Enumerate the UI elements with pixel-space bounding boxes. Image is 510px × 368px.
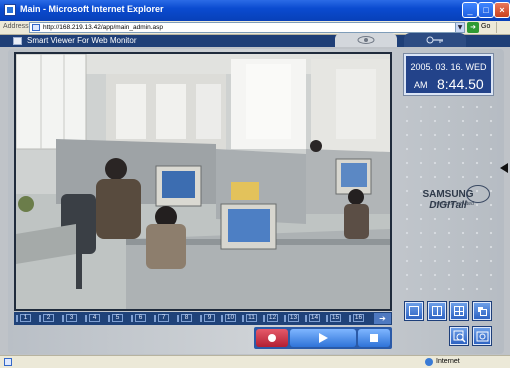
- channel-4[interactable]: 4: [85, 314, 100, 323]
- stop-button[interactable]: [358, 329, 390, 347]
- play-button[interactable]: [290, 329, 356, 347]
- minimize-button[interactable]: _: [462, 2, 478, 18]
- window-title-bar: Main - Microsoft Internet Explorer _ □ ×: [0, 0, 510, 21]
- channel-9[interactable]: 9: [200, 314, 215, 323]
- camera-video-view[interactable]: [14, 52, 392, 311]
- address-input[interactable]: http://168.219.13.42/app/main_admin.asp: [29, 22, 465, 33]
- single-view-button[interactable]: [404, 301, 424, 321]
- channel-2[interactable]: 2: [39, 314, 54, 323]
- go-button[interactable]: Go: [481, 23, 490, 30]
- next-channel-arrow-icon[interactable]: ➔: [374, 313, 391, 324]
- time-text: 8:44.50: [437, 76, 484, 92]
- window-title: Main - Microsoft Internet Explorer: [20, 4, 164, 14]
- brand-tagline: everyone's invited: [434, 201, 474, 207]
- address-url: http://168.219.13.42/app/main_admin.asp: [43, 24, 163, 31]
- nine-view-icon: [454, 306, 464, 316]
- channel-7[interactable]: 7: [154, 314, 169, 323]
- channel-8[interactable]: 8: [177, 314, 192, 323]
- stop-icon: [370, 334, 378, 342]
- nine-view-button[interactable]: [449, 301, 469, 321]
- sixteen-view-icon: [480, 309, 487, 316]
- security-zone: Internet: [436, 358, 460, 365]
- snapshot-button[interactable]: [472, 326, 492, 346]
- internet-zone-icon: [425, 358, 433, 366]
- pointer-arrow-icon: [500, 163, 508, 173]
- record-icon: [268, 334, 276, 342]
- channel-13[interactable]: 13: [284, 314, 299, 323]
- zoom-icon: [453, 330, 466, 343]
- record-button[interactable]: [256, 329, 288, 347]
- address-dropdown-icon[interactable]: ▼: [455, 22, 465, 33]
- address-label: Address: [3, 23, 29, 30]
- page-status-icon: [4, 358, 12, 366]
- app-title: Smart Viewer For Web Monitor: [27, 36, 137, 45]
- channel-5[interactable]: 5: [108, 314, 123, 323]
- single-view-icon: [409, 306, 419, 316]
- page-icon: [32, 24, 40, 31]
- quad-view-button[interactable]: [427, 301, 447, 321]
- channel-14[interactable]: 14: [305, 314, 320, 323]
- channel-11[interactable]: 11: [242, 314, 257, 323]
- channel-16[interactable]: 16: [349, 314, 364, 323]
- status-bar: Internet: [0, 355, 510, 368]
- key-icon: [426, 36, 443, 44]
- sixteen-view-button[interactable]: [472, 301, 492, 321]
- toolbar-links[interactable]: [496, 22, 508, 33]
- eye-icon: [357, 36, 375, 44]
- play-icon: [319, 333, 328, 343]
- date-text: 2005. 03. 16. WED: [410, 62, 487, 72]
- tab-live-view[interactable]: [335, 33, 397, 47]
- go-arrow-icon[interactable]: ➜: [467, 22, 479, 33]
- tab-setup[interactable]: [404, 33, 466, 47]
- ampm-text: AM: [414, 80, 428, 90]
- channel-bar: 1 2 3 4 5 6 7 8 9 10 11 12 13 14 15 16: [14, 312, 392, 325]
- zoom-button[interactable]: [449, 326, 469, 346]
- app-icon: [13, 37, 22, 45]
- date-time-display: 2005. 03. 16. WED AM 8:44.50: [403, 53, 494, 96]
- app-header: Smart Viewer For Web Monitor: [0, 33, 510, 47]
- close-button[interactable]: ×: [494, 2, 510, 18]
- channel-3[interactable]: 3: [62, 314, 77, 323]
- channel-1[interactable]: 1: [16, 314, 31, 323]
- channel-6[interactable]: 6: [131, 314, 146, 323]
- snapshot-icon: [476, 331, 489, 342]
- logo-ring: [466, 185, 490, 203]
- channel-10[interactable]: 10: [221, 314, 236, 323]
- ie-icon: [4, 4, 16, 16]
- maximize-button[interactable]: □: [478, 2, 494, 18]
- channel-15[interactable]: 15: [326, 314, 341, 323]
- quad-view-icon: [432, 306, 442, 316]
- office-camera-feed: [16, 54, 390, 309]
- channel-12[interactable]: 12: [263, 314, 278, 323]
